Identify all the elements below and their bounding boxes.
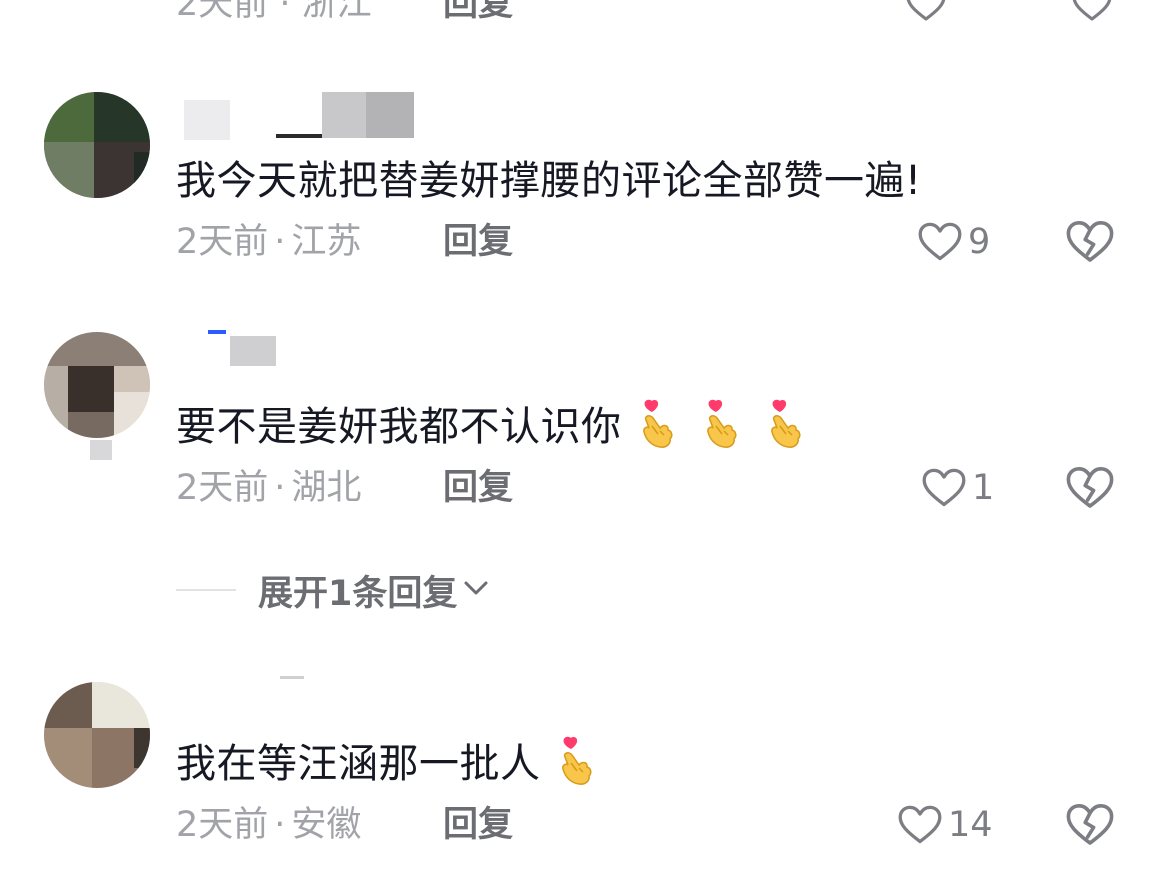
avatar-fragment [90,440,112,460]
finger-heart-emoji [638,398,678,450]
username[interactable] [184,100,230,140]
finger-heart-emoji [702,398,742,450]
reply-button[interactable]: 回复 [443,468,513,508]
broken-heart-icon[interactable] [1066,220,1114,268]
heart-outline-icon [922,468,966,507]
like-count: 1 [972,468,995,508]
comment-text: 我在等汪涵那一批人 [176,735,609,788]
like-button[interactable]: 1 [922,464,994,512]
finger-heart-emoji [766,398,806,450]
comment-location: 江苏 [291,222,362,262]
comment-time-location: 2天前 · 浙江 [176,0,372,22]
comment-time: 2天前 [176,468,269,508]
username-fragment [276,134,324,138]
comment-time: 2天前 [176,805,269,845]
reply-button[interactable]: 回复 [443,805,513,845]
comment-text: 我今天就把替姜妍撑腰的评论全部赞一遍! [176,158,922,204]
like-count: 14 [948,805,993,845]
broken-heart-icon[interactable] [1066,466,1114,514]
comment-time-location: 2天前 · 湖北 [176,468,362,508]
heart-outline-icon [918,222,962,261]
comment-time: 2天前 [176,222,269,262]
avatar[interactable] [44,682,150,788]
username-fragment [208,330,226,334]
heart-outline-icon [898,805,942,844]
broken-heart-icon[interactable] [1072,0,1112,22]
comment-time-location: 2天前 · 安徽 [176,805,362,845]
finger-heart-emoji [557,735,597,787]
chevron-down-icon [463,579,489,601]
divider [176,589,236,591]
comment-location: 安徽 [291,805,362,845]
reply-button[interactable]: 回复 [443,0,513,22]
like-button[interactable]: 14 [898,801,993,849]
comment-text: 要不是姜妍我都不认识你 [176,398,818,451]
reply-button[interactable]: 回复 [443,222,513,262]
like-count: 9 [968,222,991,262]
comment-text-body: 要不是姜妍我都不认识你 [176,404,622,450]
username[interactable] [230,336,276,366]
comment-text-body: 我在等汪涵那一批人 [176,741,541,787]
heart-outline-icon[interactable] [906,0,946,22]
broken-heart-icon[interactable] [1066,803,1114,851]
username-fragment [366,92,414,138]
avatar[interactable] [44,332,150,438]
username[interactable] [280,676,304,679]
avatar[interactable] [44,92,150,198]
expand-replies-label: 展开1条回复 [258,573,458,614]
expand-replies-button[interactable]: 展开1条回复 [176,565,489,615]
previous-comment-meta: 2天前 · 浙江 回复 [0,0,1165,22]
comment-time-location: 2天前 · 江苏 [176,222,362,262]
like-button[interactable]: 9 [918,218,990,266]
comment-location: 湖北 [291,468,362,508]
